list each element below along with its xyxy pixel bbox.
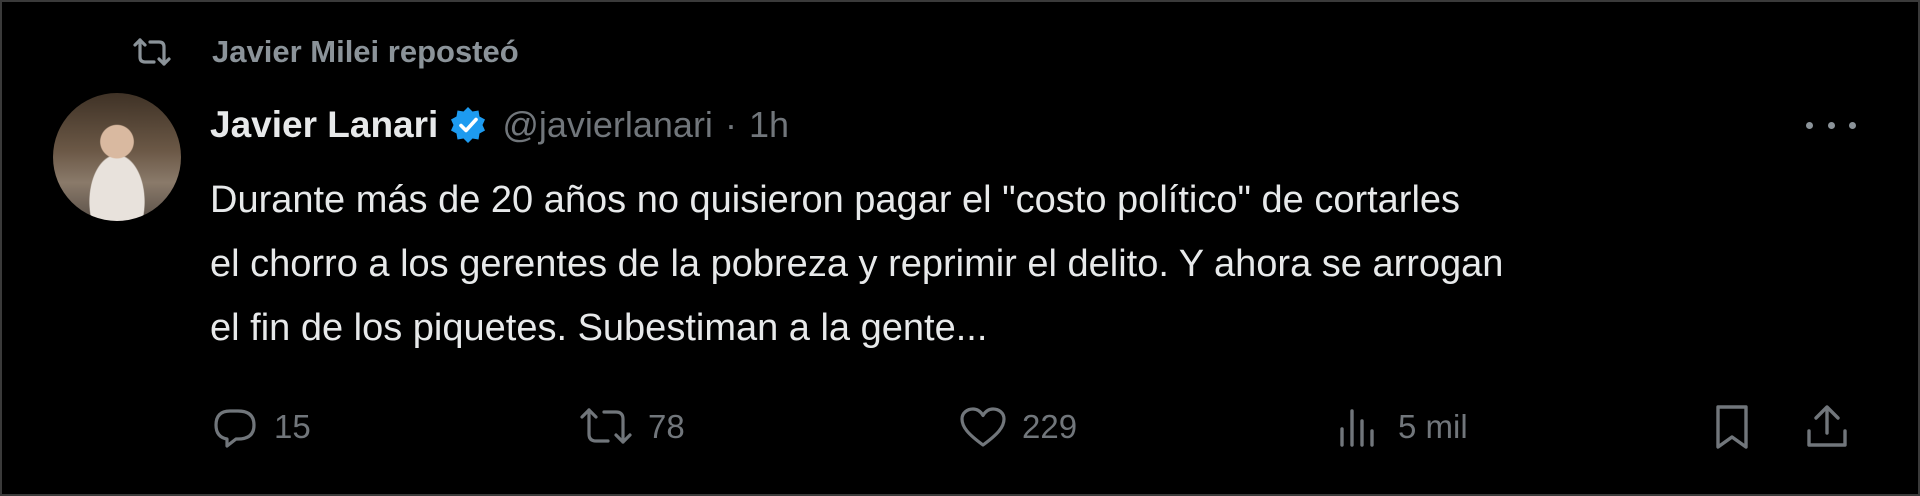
tweet-text-line: el fin de los piquetes. Subestiman a la … bbox=[210, 307, 988, 349]
views-button[interactable]: 5 mil bbox=[1334, 402, 1468, 452]
header-separator: · bbox=[724, 104, 737, 145]
more-options-icon[interactable] bbox=[1806, 110, 1856, 140]
repost-indicator[interactable]: Javier Milei reposteó bbox=[132, 32, 519, 72]
tweet-text-line: Durante más de 20 años no quisieron paga… bbox=[210, 179, 1461, 221]
retweet-count: 78 bbox=[648, 408, 685, 445]
verified-badge-icon bbox=[451, 107, 486, 143]
like-count: 229 bbox=[1022, 408, 1078, 445]
heart-icon bbox=[960, 407, 1006, 447]
share-button[interactable] bbox=[1804, 402, 1850, 452]
retweet-icon bbox=[580, 408, 632, 444]
reply-icon bbox=[214, 409, 256, 448]
reply-count: 15 bbox=[274, 408, 311, 445]
like-button[interactable]: 229 bbox=[958, 402, 1077, 452]
repost-label[interactable]: Javier Milei reposteó bbox=[212, 34, 519, 70]
tweet-header: Javier Lanari @javierlanari · 1h bbox=[210, 100, 789, 150]
retweet-button[interactable]: 78 bbox=[578, 402, 685, 452]
avatar[interactable] bbox=[53, 93, 181, 221]
views-count: 5 mil bbox=[1398, 408, 1468, 445]
views-chart-icon bbox=[1340, 409, 1374, 447]
author-name[interactable]: Javier Lanari bbox=[210, 104, 438, 146]
tweet-timestamp[interactable]: 1h bbox=[749, 104, 789, 146]
tweet-text-line: el chorro a los gerentes de la pobreza y… bbox=[210, 243, 1504, 285]
bookmark-button[interactable] bbox=[1710, 402, 1754, 452]
repost-icon bbox=[132, 35, 182, 69]
bookmark-icon bbox=[1716, 405, 1748, 449]
author-handle[interactable]: @javierlanari bbox=[502, 104, 713, 146]
reply-button[interactable]: 15 bbox=[210, 402, 311, 452]
tweet-actions-bar: 15 78 229 5 mil bbox=[210, 402, 1870, 452]
share-icon bbox=[1807, 405, 1847, 447]
tweet-text: Durante más de 20 años no quisieron paga… bbox=[210, 168, 1890, 360]
